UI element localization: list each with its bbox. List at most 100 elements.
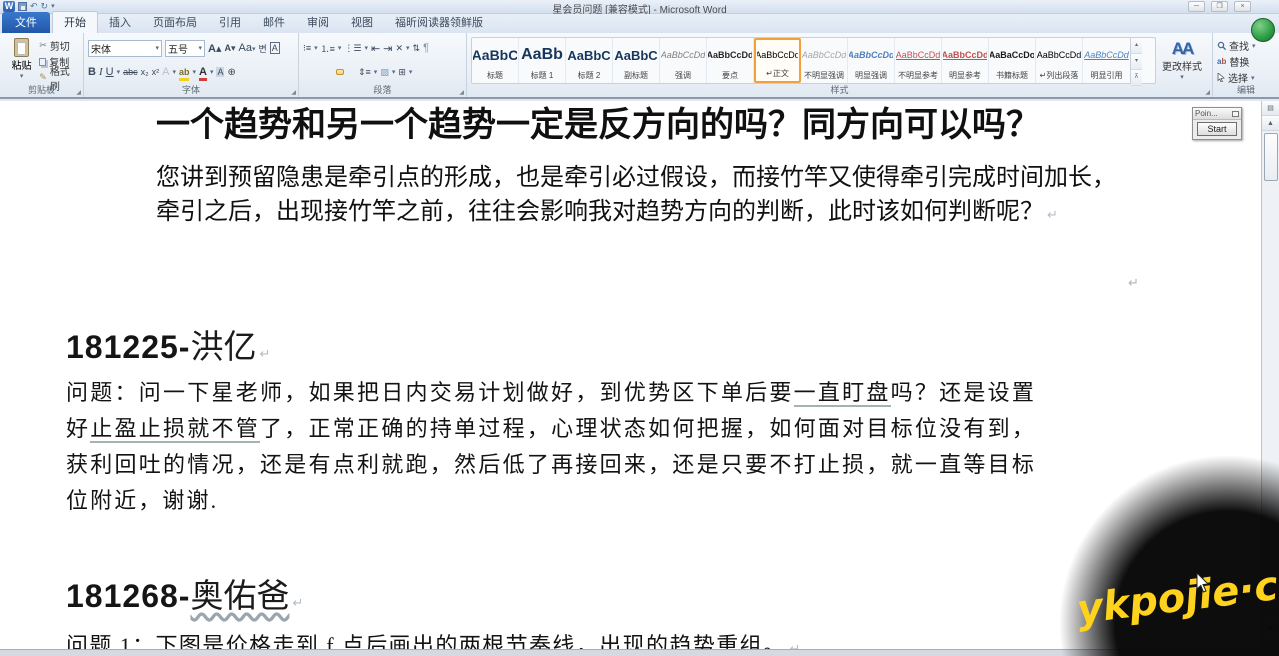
- grow-font-icon[interactable]: A▴: [208, 42, 221, 55]
- strikethrough-button[interactable]: abc: [123, 67, 138, 77]
- close-button[interactable]: ×: [1234, 1, 1251, 12]
- tab-review[interactable]: 审阅: [296, 12, 340, 33]
- shrink-font-icon[interactable]: A▾: [224, 43, 235, 54]
- stray-anchor-mark: ↵: [1128, 275, 1139, 291]
- character-border-icon[interactable]: A: [270, 42, 280, 54]
- paragraph-mark-icon: ↵: [292, 596, 303, 611]
- style-heading1[interactable]: AaBb标题 1: [519, 38, 566, 83]
- multilevel-list-icon[interactable]: ⋮☰: [344, 43, 361, 54]
- doc-heading-181268: 181268-奥佑爸↵: [66, 569, 303, 617]
- scissors-icon: ✂: [39, 40, 47, 51]
- superscript-button[interactable]: x²: [152, 67, 160, 77]
- find-icon: [1217, 41, 1226, 50]
- cut-button[interactable]: ✂剪切: [39, 38, 79, 53]
- style-subtle-reference[interactable]: AaBbCcDd不明显参考: [895, 38, 942, 83]
- asian-layout-icon[interactable]: ✕: [395, 43, 403, 54]
- style-strong[interactable]: AaBbCcDd要点: [707, 38, 754, 83]
- style-intense-emphasis[interactable]: AaBbCcDd明显强调: [848, 38, 895, 83]
- pointofix-title: Poin...: [1195, 109, 1218, 118]
- paragraph-dialog-launcher-icon[interactable]: ◢: [459, 89, 464, 96]
- justify-button[interactable]: [336, 69, 344, 75]
- paste-dropdown-icon[interactable]: ▾: [20, 72, 24, 80]
- sort-icon[interactable]: ⇅: [413, 43, 421, 54]
- paragraph-mark-icon: ↵: [259, 347, 270, 362]
- tab-view[interactable]: 视图: [340, 12, 384, 33]
- replace-icon: ab: [1217, 57, 1226, 66]
- tab-file[interactable]: 文件: [2, 12, 50, 33]
- style-book-title[interactable]: AaBaCcDo书籍标题: [989, 38, 1036, 83]
- style-heading2[interactable]: AaBbC标题 2: [566, 38, 613, 83]
- globe-overlay-icon: [1251, 18, 1275, 42]
- gallery-down-icon[interactable]: ▾: [1131, 54, 1142, 70]
- style-intense-reference[interactable]: AaBbCcDd明显参考: [942, 38, 989, 83]
- font-dialog-launcher-icon[interactable]: ◢: [291, 89, 296, 96]
- tab-home[interactable]: 开始: [52, 11, 98, 33]
- align-center-button[interactable]: [314, 69, 322, 75]
- underline-button[interactable]: U: [106, 66, 114, 78]
- font-family-select[interactable]: 宋体▾: [88, 40, 162, 57]
- font-color-button[interactable]: A: [199, 67, 207, 78]
- scrollbar-thumb[interactable]: [1264, 133, 1278, 181]
- style-list-paragraph[interactable]: AaBbCcDd↵列出段落: [1036, 38, 1083, 83]
- styles-dialog-launcher-icon[interactable]: ◢: [1205, 89, 1210, 96]
- doc-intro-line: 一个趋势和另一个趋势一定是反方向的吗？同方向可以吗？: [156, 101, 1040, 146]
- change-styles-icon: AA: [1172, 40, 1193, 58]
- align-right-button[interactable]: [325, 69, 333, 75]
- gallery-up-icon[interactable]: ▴: [1131, 38, 1142, 54]
- ribbon: 粘贴 ▾ ✂剪切 复制 ✎格式刷 剪贴板 ◢ 宋体▾ 五号▾ A▴ A▾ Aa▾…: [0, 33, 1279, 99]
- replace-button[interactable]: ab替换: [1217, 54, 1275, 69]
- change-case-icon[interactable]: Aa▾: [239, 42, 256, 54]
- ribbon-tab-row: 文件 开始 插入 页面布局 引用 邮件 审阅 视图 福昕阅读器领鲜版: [0, 14, 1279, 33]
- restore-button[interactable]: ❒: [1211, 1, 1228, 12]
- style-intense-quote[interactable]: AaBbCcDd明显引用: [1083, 38, 1130, 83]
- subscript-button[interactable]: x₂: [141, 67, 149, 77]
- show-hide-marks-icon[interactable]: ¶: [423, 42, 429, 54]
- text-effects-icon[interactable]: A: [162, 66, 169, 78]
- minimize-button[interactable]: ─: [1188, 1, 1205, 12]
- clipboard-group: 粘贴 ▾ ✂剪切 复制 ✎格式刷 剪贴板 ◢: [0, 33, 84, 97]
- style-normal-selected[interactable]: AaBbCcDd↵正文: [754, 38, 801, 83]
- mouse-cursor-icon: [1196, 573, 1211, 593]
- doc-question-1: 问题：问一下星老师，如果把日内交易计划做好，到优势区下单后要一直盯盘吗？还是设置…: [66, 375, 1036, 519]
- paste-button[interactable]: 粘贴 ▾: [4, 36, 39, 85]
- tab-insert[interactable]: 插入: [98, 12, 142, 33]
- select-icon: [1217, 73, 1225, 82]
- tab-page-layout[interactable]: 页面布局: [142, 12, 208, 33]
- styles-group-label: 样式: [467, 83, 1212, 96]
- increase-indent-icon[interactable]: ⇥: [383, 42, 392, 55]
- style-subtitle[interactable]: AaBbC副标题: [613, 38, 660, 83]
- bullets-icon[interactable]: ⁝≡: [303, 43, 311, 54]
- scroll-up-icon[interactable]: ▲: [1262, 116, 1279, 131]
- enclose-characters-icon[interactable]: ⊕: [227, 67, 235, 78]
- pointofix-start-button[interactable]: Start: [1197, 122, 1237, 136]
- pointofix-minimize-icon[interactable]: [1232, 111, 1239, 117]
- document-page[interactable]: 一个趋势和另一个趋势一定是反方向的吗？同方向可以吗？ 您讲到预留隐患是牵引点的形…: [0, 101, 1279, 656]
- ruler-toggle-icon[interactable]: ▤: [1262, 101, 1279, 116]
- highlight-color-button[interactable]: ab: [179, 67, 190, 78]
- italic-button[interactable]: I: [99, 66, 103, 78]
- style-title[interactable]: AaBbC标题: [472, 38, 519, 83]
- decrease-indent-icon[interactable]: ⇤: [371, 42, 380, 55]
- bold-button[interactable]: B: [88, 66, 96, 78]
- styles-group: AaBbC标题 AaBb标题 1 AaBbC标题 2 AaBbC副标题 AaBb…: [467, 33, 1213, 97]
- phonetic-guide-icon[interactable]: 변: [258, 42, 266, 55]
- shading-icon[interactable]: ▨: [380, 67, 389, 78]
- borders-icon[interactable]: ⊞: [398, 67, 406, 78]
- style-subtle-emphasis[interactable]: AaBbCcDd不明显强调: [801, 38, 848, 83]
- tab-references[interactable]: 引用: [208, 12, 252, 33]
- align-left-button[interactable]: [303, 69, 311, 75]
- character-shading-icon[interactable]: A: [216, 67, 224, 77]
- style-emphasis[interactable]: AaBbCcDd强调: [660, 38, 707, 83]
- doc-paragraph-1-line2: 牵引之后，出现接竹竿之前，往往会影响我对趋势方向的判断，此时该如何判断呢？↵: [156, 195, 1116, 233]
- numbering-icon[interactable]: ⒈≡: [321, 42, 335, 55]
- distribute-button[interactable]: [347, 69, 355, 75]
- clipboard-dialog-launcher-icon[interactable]: ◢: [76, 89, 81, 96]
- font-size-select[interactable]: 五号▾: [165, 40, 205, 57]
- tab-foxit[interactable]: 福昕阅读器领鲜版: [384, 12, 494, 33]
- editing-group: 查找▾ ab替换 选择▾ 编辑: [1213, 33, 1279, 97]
- tab-mailings[interactable]: 邮件: [252, 12, 296, 33]
- change-styles-button[interactable]: AA 更改样式 ▾: [1156, 36, 1208, 84]
- line-spacing-icon[interactable]: ⇕≡: [358, 67, 371, 78]
- editing-group-label: 编辑: [1213, 83, 1279, 96]
- font-group-label: 字体: [84, 83, 298, 96]
